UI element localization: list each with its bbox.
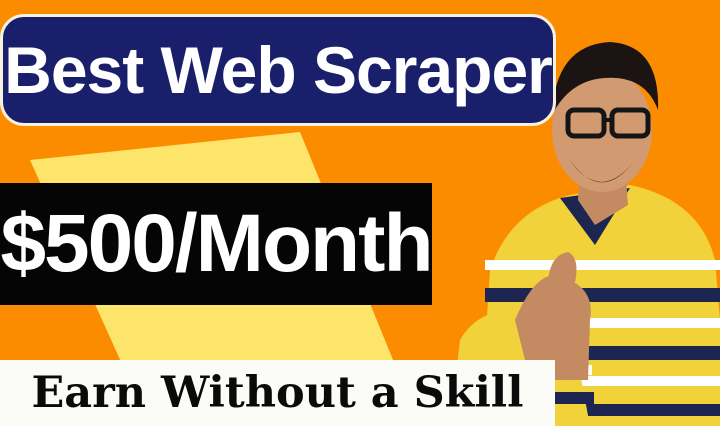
thumbnail-canvas: Best Web Scraper $500/Month Earn Without… bbox=[0, 0, 720, 426]
tagline-text: Earn Without a Skill bbox=[31, 367, 524, 418]
tagline-banner: Earn Without a Skill bbox=[0, 360, 555, 426]
price-banner: $500/Month bbox=[0, 183, 434, 305]
headline-text: Best Web Scraper bbox=[4, 33, 553, 107]
headline-banner: Best Web Scraper bbox=[0, 14, 556, 126]
price-text: $500/Month bbox=[0, 198, 433, 289]
